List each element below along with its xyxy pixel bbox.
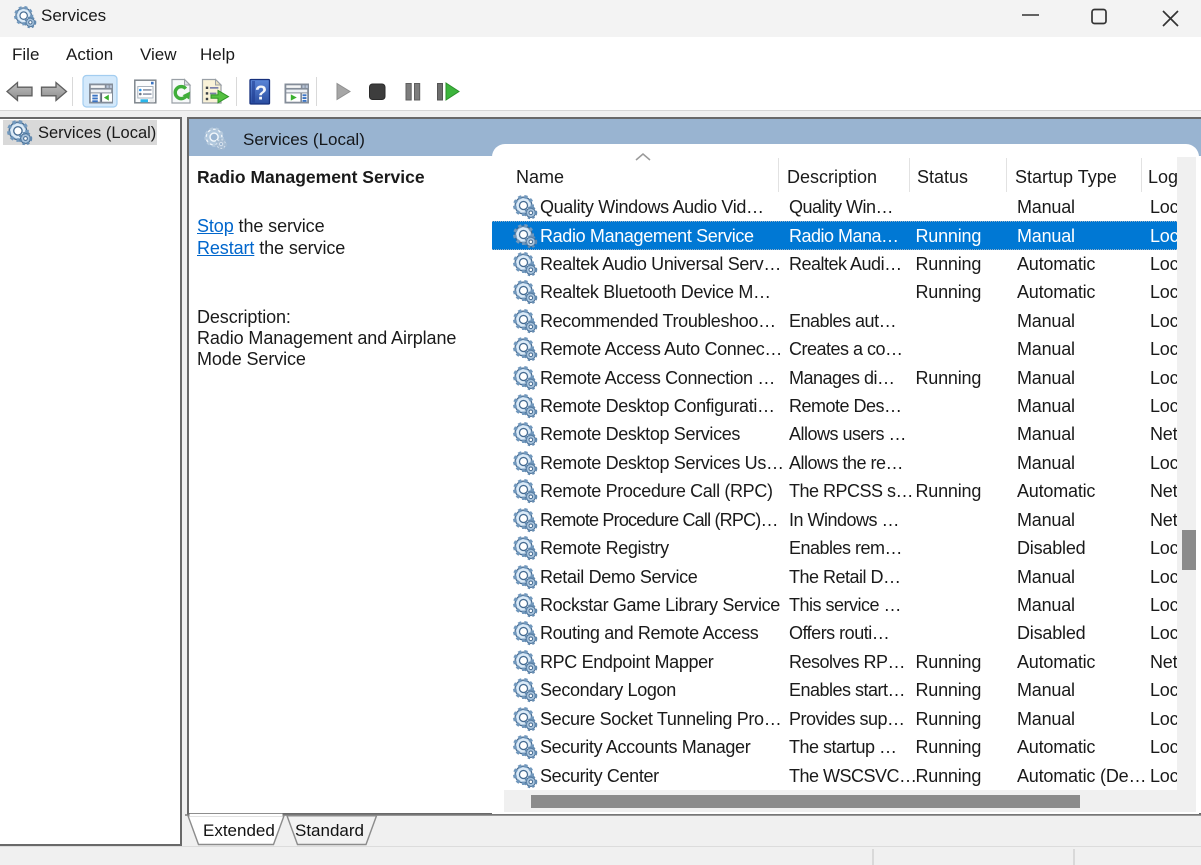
svg-text:?: ?: [255, 83, 267, 105]
